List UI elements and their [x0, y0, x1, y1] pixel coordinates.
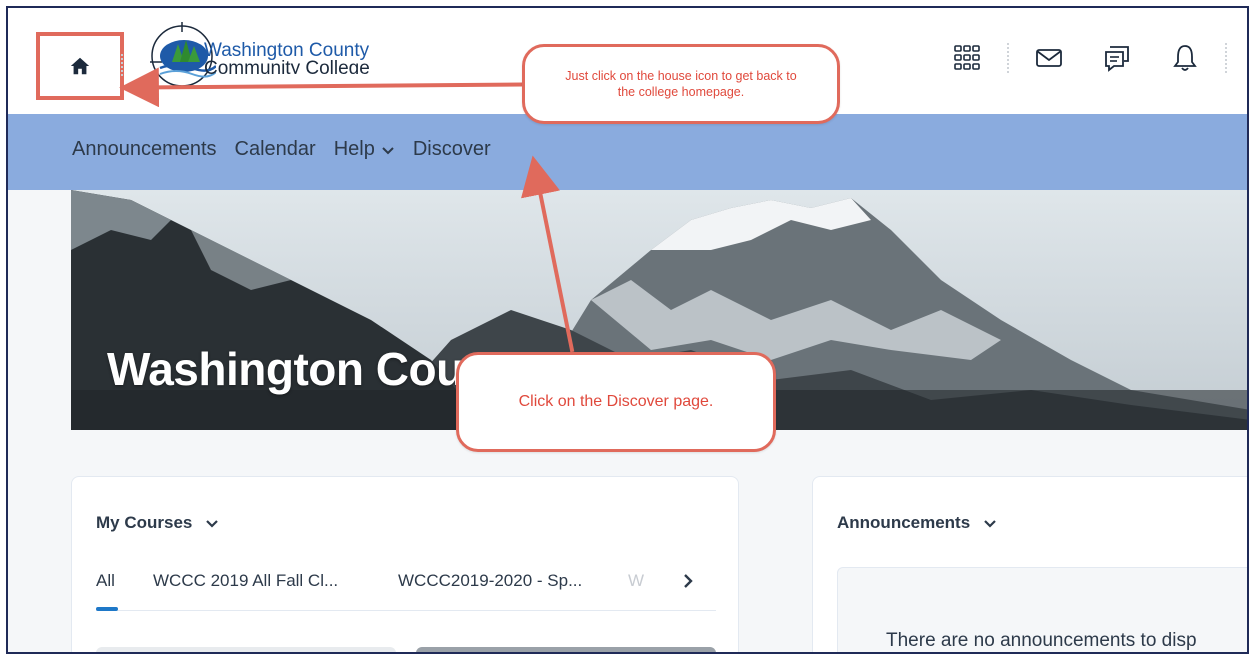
- course-card-image[interactable]: [96, 647, 396, 652]
- nav-calendar[interactable]: Calendar: [235, 138, 316, 161]
- header-icon-group: [947, 38, 1247, 78]
- tab-wccc-2019-2020-sp[interactable]: WCCC2019-2020 - Sp...: [398, 571, 582, 591]
- browser-frame: Washington County Community College Anno…: [6, 6, 1249, 654]
- announcements-header: Announcements: [837, 513, 998, 533]
- college-logo[interactable]: Washington County Community College: [146, 22, 416, 92]
- tab-all[interactable]: All: [96, 571, 115, 591]
- chevron-down-icon[interactable]: [982, 515, 998, 531]
- announcements-empty-panel: There are no announcements to disp: [837, 567, 1247, 652]
- course-card-image[interactable]: [416, 647, 716, 652]
- nav-help[interactable]: Help: [334, 138, 395, 161]
- active-tab-indicator: [96, 607, 118, 611]
- my-courses-title: My Courses: [96, 513, 193, 532]
- chevron-down-icon: [382, 146, 394, 154]
- discover-callout: Click on the Discover page.: [456, 352, 776, 452]
- announcements-widget: Announcements There are no announcements…: [812, 476, 1247, 652]
- logo-line-1: Washington County: [204, 40, 370, 61]
- waffle-grid-icon: [954, 45, 980, 70]
- my-courses-widget: My Courses All WCCC 2019 All Fall Cl... …: [71, 476, 739, 652]
- home-button[interactable]: [36, 32, 124, 100]
- hero-title: Washington Cou: [107, 343, 464, 395]
- chevron-down-icon[interactable]: [204, 515, 220, 531]
- nav-discover[interactable]: Discover: [413, 138, 491, 161]
- home-callout: Just click on the house icon to get back…: [522, 44, 840, 124]
- bell-icon: [1173, 45, 1197, 71]
- nav-links: Announcements Calendar Help Discover: [72, 138, 509, 161]
- college-logo-text: Washington County Community College: [204, 40, 370, 74]
- subscriptions-button[interactable]: [1097, 38, 1137, 78]
- announcements-empty-message: There are no announcements to disp: [886, 630, 1197, 651]
- icon-divider: [1007, 43, 1009, 73]
- nav-announcements[interactable]: Announcements: [72, 138, 217, 161]
- messages-button[interactable]: [1029, 38, 1069, 78]
- header-divider: [121, 54, 123, 76]
- logo-line-2: Community College: [204, 60, 370, 74]
- course-tabs: All WCCC 2019 All Fall Cl... WCCC2019-20…: [96, 571, 716, 611]
- my-courses-header: My Courses: [96, 513, 220, 533]
- nav-help-label: Help: [333, 138, 375, 160]
- chat-bubble-icon: [1105, 46, 1129, 72]
- navigation-bar: Announcements Calendar Help Discover: [8, 114, 1247, 190]
- notifications-button[interactable]: [1165, 38, 1205, 78]
- tab-wccc-2019-fall[interactable]: WCCC 2019 All Fall Cl...: [153, 571, 338, 591]
- course-selector-button[interactable]: [947, 38, 987, 78]
- tab-truncated[interactable]: W: [628, 571, 644, 591]
- chevron-right-icon[interactable]: [678, 571, 698, 591]
- envelope-icon: [1036, 49, 1062, 67]
- icon-divider: [1225, 43, 1227, 73]
- home-icon: [70, 57, 90, 75]
- announcements-title: Announcements: [837, 513, 971, 532]
